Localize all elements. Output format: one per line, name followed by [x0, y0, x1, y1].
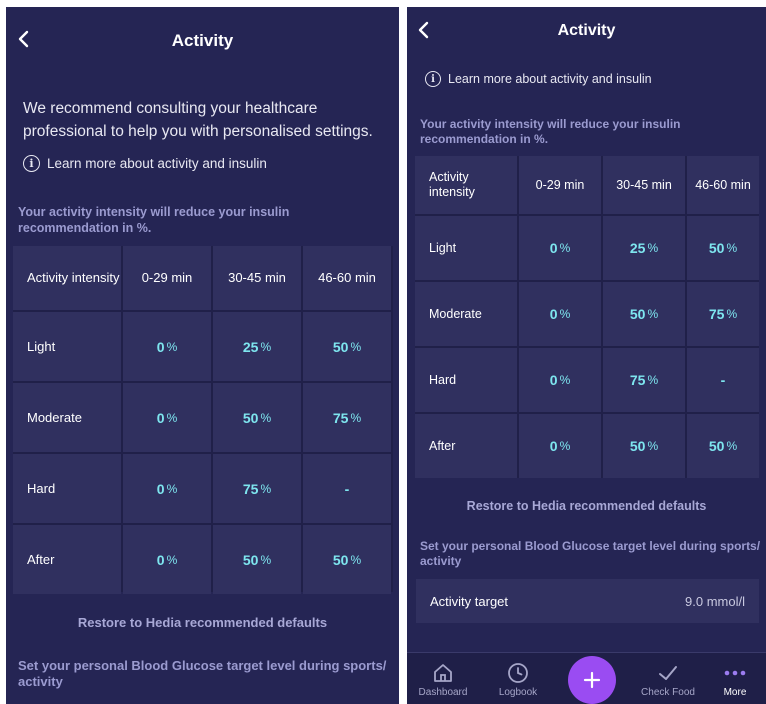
- tab-label: Logbook: [498, 687, 538, 698]
- table-cell[interactable]: 50%: [303, 312, 391, 381]
- table-cell[interactable]: 50%: [603, 282, 685, 346]
- row-label-after: After: [415, 414, 517, 478]
- table-header: Activity intensity: [13, 246, 121, 310]
- table-cell[interactable]: 75%: [303, 383, 391, 452]
- activity-screen-right: Activity i Learn more about activity and…: [407, 7, 766, 704]
- table-cell[interactable]: 0%: [519, 216, 601, 280]
- row-label-moderate: Moderate: [13, 383, 121, 452]
- clock-icon: [508, 663, 528, 683]
- header: Activity: [407, 7, 766, 67]
- table-cell[interactable]: 0%: [519, 282, 601, 346]
- table-cell[interactable]: 75%: [687, 282, 759, 346]
- activity-screen-left: Activity We recommend consulting your he…: [6, 7, 399, 704]
- learn-more-label: Learn more about activity and insulin: [448, 72, 652, 86]
- home-icon: [434, 664, 452, 682]
- tab-more[interactable]: More: [705, 653, 765, 698]
- activity-target-row[interactable]: Activity target 9.0 mmol/l: [416, 579, 759, 623]
- table-header: 0-29 min: [519, 156, 601, 214]
- table-cell[interactable]: 0%: [123, 383, 211, 452]
- activity-table: Activity intensity 0-29 min 30-45 min 46…: [415, 156, 759, 478]
- row-label-moderate: Moderate: [415, 282, 517, 346]
- tab-check-food[interactable]: Check Food: [633, 653, 703, 698]
- page-title: Activity: [557, 22, 616, 39]
- table-header: 46-60 min: [687, 156, 759, 214]
- page-title: Activity: [171, 31, 234, 50]
- table-cell[interactable]: 0%: [519, 414, 601, 478]
- row-label-light: Light: [415, 216, 517, 280]
- table-cell[interactable]: 0%: [123, 525, 211, 594]
- intensity-note: Your activity intensity will reduce your…: [18, 205, 290, 235]
- table-cell[interactable]: 50%: [213, 383, 301, 452]
- table-header: 0-29 min: [123, 246, 211, 310]
- row-label-after: After: [13, 525, 121, 594]
- row-label-hard: Hard: [13, 454, 121, 523]
- tab-label: Check Food: [641, 687, 695, 698]
- restore-defaults-button[interactable]: Restore to Hedia recommended defaults: [407, 499, 766, 513]
- row-label-light: Light: [13, 312, 121, 381]
- info-icon: i: [23, 155, 40, 172]
- table-cell[interactable]: 25%: [603, 216, 685, 280]
- table-cell[interactable]: 50%: [303, 525, 391, 594]
- learn-more-link[interactable]: i Learn more about activity and insulin: [425, 71, 652, 87]
- activity-target-value: 9.0 mmol/l: [685, 593, 745, 609]
- table-cell[interactable]: -: [303, 454, 391, 523]
- table-cell[interactable]: 0%: [123, 454, 211, 523]
- table-cell[interactable]: 0%: [123, 312, 211, 381]
- table-cell[interactable]: 75%: [603, 348, 685, 412]
- row-label-hard: Hard: [415, 348, 517, 412]
- target-note: Set your personal Blood Glucose target l…: [18, 658, 387, 689]
- intro-text: We recommend consulting your healthcare …: [23, 100, 373, 140]
- header: Activity: [6, 7, 399, 67]
- plus-icon: [583, 671, 601, 689]
- table-cell[interactable]: 50%: [603, 414, 685, 478]
- tab-label: More: [723, 687, 747, 698]
- more-dots-icon: [724, 670, 746, 676]
- tab-dashboard[interactable]: Dashboard: [408, 653, 478, 698]
- table-cell[interactable]: 75%: [213, 454, 301, 523]
- learn-more-label: Learn more about activity and insulin: [47, 156, 267, 171]
- restore-defaults-button[interactable]: Restore to Hedia recommended defaults: [6, 615, 399, 630]
- table-cell[interactable]: 50%: [213, 525, 301, 594]
- target-note: Set your personal Blood Glucose target l…: [420, 539, 761, 568]
- info-icon: i: [425, 71, 441, 87]
- activity-target-label: Activity target: [430, 593, 509, 609]
- tab-logbook[interactable]: Logbook: [483, 653, 553, 698]
- table-cell[interactable]: 50%: [687, 216, 759, 280]
- intensity-note: Your activity intensity will reduce your…: [420, 117, 681, 146]
- table-header: 30-45 min: [213, 246, 301, 310]
- table-header: Activity intensity: [415, 156, 517, 214]
- table-cell[interactable]: 0%: [519, 348, 601, 412]
- table-header: 30-45 min: [603, 156, 685, 214]
- learn-more-link[interactable]: i Learn more about activity and insulin: [23, 155, 267, 172]
- table-header: 46-60 min: [303, 246, 391, 310]
- table-cell[interactable]: 25%: [213, 312, 301, 381]
- table-cell[interactable]: 50%: [687, 414, 759, 478]
- table-cell[interactable]: -: [687, 348, 759, 412]
- add-entry-button[interactable]: [568, 656, 616, 704]
- activity-table: Activity intensity 0-29 min 30-45 min 46…: [13, 246, 393, 594]
- tab-label: Dashboard: [418, 687, 468, 698]
- check-icon: [659, 666, 677, 680]
- bottom-tab-bar: Dashboard Logbook Check Food More: [407, 652, 766, 704]
